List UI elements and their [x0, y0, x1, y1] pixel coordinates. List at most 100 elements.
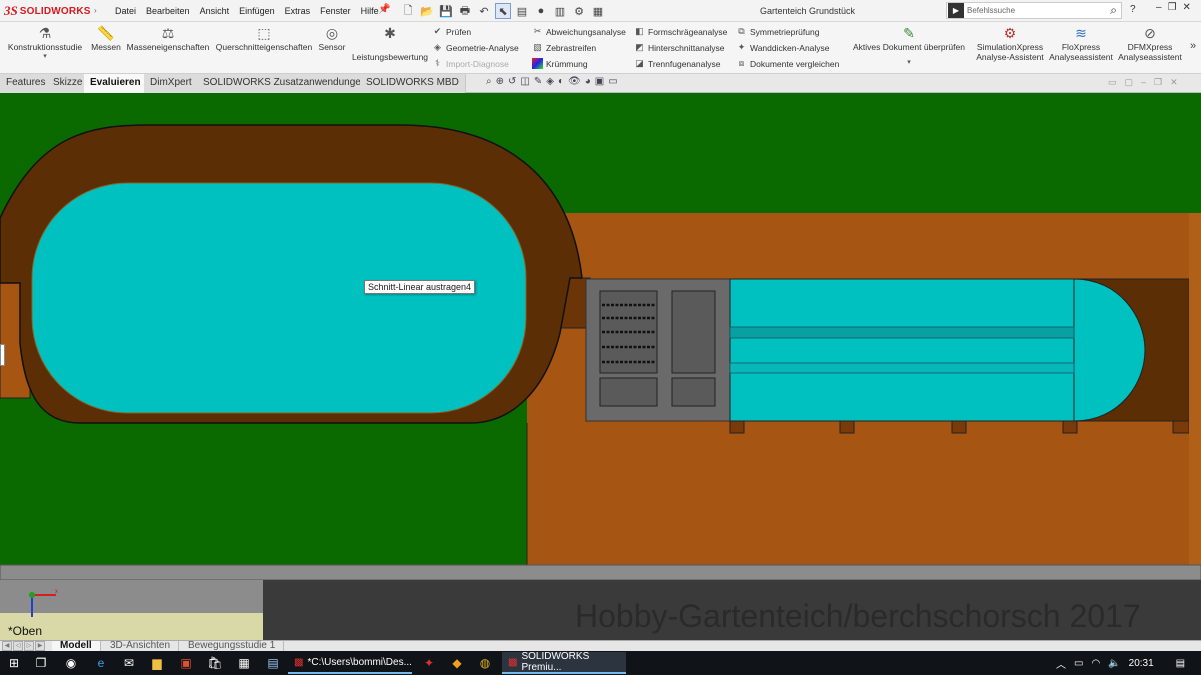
- kruemmung-button[interactable]: Krümmung: [532, 57, 626, 70]
- tab-mbd[interactable]: SOLIDWORKS MBD: [360, 74, 466, 93]
- stream-basin-water[interactable]: [729, 278, 1146, 422]
- options-gear-icon[interactable]: ⚙: [571, 3, 587, 19]
- previous-view-icon[interactable]: ↺: [508, 76, 516, 87]
- pond-model-top-view[interactable]: [0, 93, 1201, 640]
- graphics-viewport[interactable]: Schnitt-Linear austragen4 Hobby-Gartente…: [0, 93, 1201, 640]
- restore-icon[interactable]: ❐: [1168, 2, 1177, 13]
- simulationxpress-button[interactable]: ⚙ SimulationXpress Analyse-Assistent: [974, 24, 1046, 62]
- display-style-icon[interactable]: ◐: [558, 76, 564, 87]
- close-icon[interactable]: ✕: [1183, 2, 1191, 13]
- chevron-down-icon[interactable]: ▾: [907, 58, 911, 66]
- taskbar-solidworks-window[interactable]: ▩ SOLIDWORKS Premiu...: [502, 651, 626, 674]
- sketch-app-icon[interactable]: ◆: [448, 654, 466, 672]
- pruefen-button[interactable]: ✔ Prüfen: [432, 25, 519, 38]
- import-diagnose-button[interactable]: ⚕ Import-Diagnose: [432, 57, 519, 70]
- main-pond-water[interactable]: [31, 182, 527, 414]
- pin-icon[interactable]: 📌: [378, 4, 390, 15]
- wifi-icon[interactable]: ◠: [1091, 658, 1100, 669]
- battery-icon[interactable]: ▭: [1074, 658, 1083, 669]
- apply-scene-icon[interactable]: ▣: [595, 76, 604, 87]
- masseneigenschaften-button[interactable]: ⚖ Masseneigenschaften: [126, 24, 210, 52]
- task-view-icon[interactable]: ❐: [32, 654, 50, 672]
- menu-ansicht[interactable]: Ansicht: [195, 0, 235, 22]
- zoom-area-icon[interactable]: ⊕: [496, 76, 504, 87]
- tab-evaluieren[interactable]: Evaluieren: [84, 74, 148, 93]
- abweichungsanalyse-button[interactable]: ✂ Abweichungsanalyse: [532, 25, 626, 38]
- chevron-down-icon[interactable]: ▾: [43, 52, 47, 60]
- undo-icon[interactable]: ↶: [476, 3, 492, 19]
- store-icon[interactable]: 🛍: [206, 654, 224, 672]
- menu-einfuegen[interactable]: Einfügen: [234, 0, 280, 22]
- traffic-light-icon[interactable]: ●: [533, 3, 549, 19]
- section-view-icon[interactable]: ◫: [520, 76, 529, 87]
- prev-tab-icon[interactable]: ◁: [13, 641, 23, 651]
- querschnitteigenschaften-button[interactable]: ⬚ Querschnitteigenschaften: [214, 24, 314, 52]
- last-tab-icon[interactable]: ▶: [35, 641, 45, 651]
- help-button[interactable]: ?: [1130, 4, 1136, 15]
- grid-icon[interactable]: ▦: [590, 3, 606, 19]
- taskbar-explorer-window[interactable]: ▩ *C:\Users\bommi\Des...: [288, 652, 412, 674]
- next-tab-icon[interactable]: ▷: [24, 641, 34, 651]
- file-properties-icon[interactable]: ▥: [552, 3, 568, 19]
- viewport-tile-icon[interactable]: ▢: [1125, 77, 1134, 88]
- viewport-minimize-icon[interactable]: –: [1141, 77, 1146, 88]
- clock[interactable]: 20:31: [1129, 658, 1154, 669]
- edit-appearance-icon[interactable]: ◕: [585, 76, 591, 87]
- hide-show-icon[interactable]: 👁: [568, 76, 581, 87]
- formschraegeanalyse-button[interactable]: ◧ Formschrägeanalyse: [634, 25, 727, 38]
- tab-features[interactable]: Features: [0, 74, 53, 93]
- dfmxpress-button[interactable]: ⊘ DFMXpress Analyseassistent: [1116, 24, 1184, 62]
- solidworks-logo[interactable]: 3S SOLIDWORKS: [4, 2, 91, 20]
- viewport-restore-icon[interactable]: ❐: [1154, 77, 1162, 88]
- dynamic-annotation-icon[interactable]: ✎: [534, 76, 542, 87]
- viewport-close-icon[interactable]: ✕: [1170, 77, 1178, 88]
- messen-button[interactable]: 📏 Messen: [90, 24, 122, 52]
- office-app-icon[interactable]: ▣: [177, 654, 195, 672]
- viewport-split-icon[interactable]: ▭: [1108, 77, 1117, 88]
- hinterschnittanalyse-button[interactable]: ◩ Hinterschnittanalyse: [634, 41, 727, 54]
- command-search[interactable]: ▶ Befehlssuche ⌕: [946, 2, 1122, 19]
- select-pointer-icon[interactable]: ⬉: [495, 3, 511, 19]
- menu-extras[interactable]: Extras: [280, 0, 316, 22]
- calculator-icon[interactable]: ▦: [235, 654, 253, 672]
- print-icon[interactable]: 🖶: [457, 3, 473, 19]
- symmetriepruefung-button[interactable]: ⧉ Symmetrieprüfung: [736, 25, 839, 38]
- dokumente-vergleichen-button[interactable]: ⧈ Dokumente vergleichen: [736, 57, 840, 70]
- leistungsbewertung-button[interactable]: ✱ Leistungsbewertung: [350, 24, 430, 62]
- search-icon[interactable]: ⌕: [1110, 3, 1117, 18]
- open-icon[interactable]: 📂: [419, 3, 435, 19]
- solidworks-tool-icon[interactable]: ✦: [420, 654, 438, 672]
- trennfugenanalyse-button[interactable]: ◪ Trennfugenanalyse: [634, 57, 727, 70]
- view-orientation-icon[interactable]: ◈: [546, 76, 554, 87]
- geometrie-analyse-button[interactable]: ◈ Geometrie-Analyse: [432, 41, 519, 54]
- mail-icon[interactable]: ✉: [120, 654, 138, 672]
- aktives-dokument-button[interactable]: ✎ Aktives Dokument überprüfen ▾: [850, 24, 968, 66]
- network-drive-icon[interactable]: ◉: [62, 654, 80, 672]
- menu-fenster[interactable]: Fenster: [315, 0, 356, 22]
- logo-chevron-icon[interactable]: ›: [94, 0, 104, 22]
- chrome-icon[interactable]: ◍: [476, 654, 494, 672]
- zoom-to-fit-icon[interactable]: ⌕: [486, 76, 492, 87]
- command-search-input[interactable]: Befehlssuche: [967, 6, 1110, 15]
- file-explorer-icon[interactable]: ▆: [148, 654, 166, 672]
- konstruktionsstudie-button[interactable]: ⚗ Konstruktionsstudie ▾: [6, 24, 84, 60]
- sensor-button[interactable]: ◎ Sensor: [316, 24, 348, 52]
- notifications-icon[interactable]: ▤: [1176, 658, 1185, 669]
- zebrastreifen-button[interactable]: ▧ Zebrastreifen: [532, 41, 626, 54]
- wanddicken-analyse-button[interactable]: ✦ Wanddicken-Analyse: [736, 41, 839, 54]
- notepad-icon[interactable]: ▤: [264, 654, 282, 672]
- tab-dimxpert[interactable]: DimXpert: [144, 74, 199, 93]
- menu-datei[interactable]: Datei: [110, 0, 141, 22]
- tab-zusatzanwendungen[interactable]: SOLIDWORKS Zusatzanwendungen: [197, 74, 374, 93]
- menu-bearbeiten[interactable]: Bearbeiten: [141, 0, 195, 22]
- windows-start-icon[interactable]: ⊞: [5, 654, 23, 672]
- volume-icon[interactable]: 🔈: [1108, 658, 1120, 669]
- new-document-icon[interactable]: 🗋: [400, 3, 416, 19]
- tray-chevron-icon[interactable]: ︿: [1056, 656, 1066, 671]
- minimize-icon[interactable]: –: [1156, 2, 1162, 13]
- edge-browser-icon[interactable]: e: [92, 654, 110, 672]
- rebuild-icon[interactable]: ▤: [514, 3, 530, 19]
- save-icon[interactable]: 💾: [438, 3, 454, 19]
- view-settings-icon[interactable]: ▭: [608, 76, 617, 87]
- floxpress-button[interactable]: ≋ FloXpress Analyseassistent: [1048, 24, 1114, 62]
